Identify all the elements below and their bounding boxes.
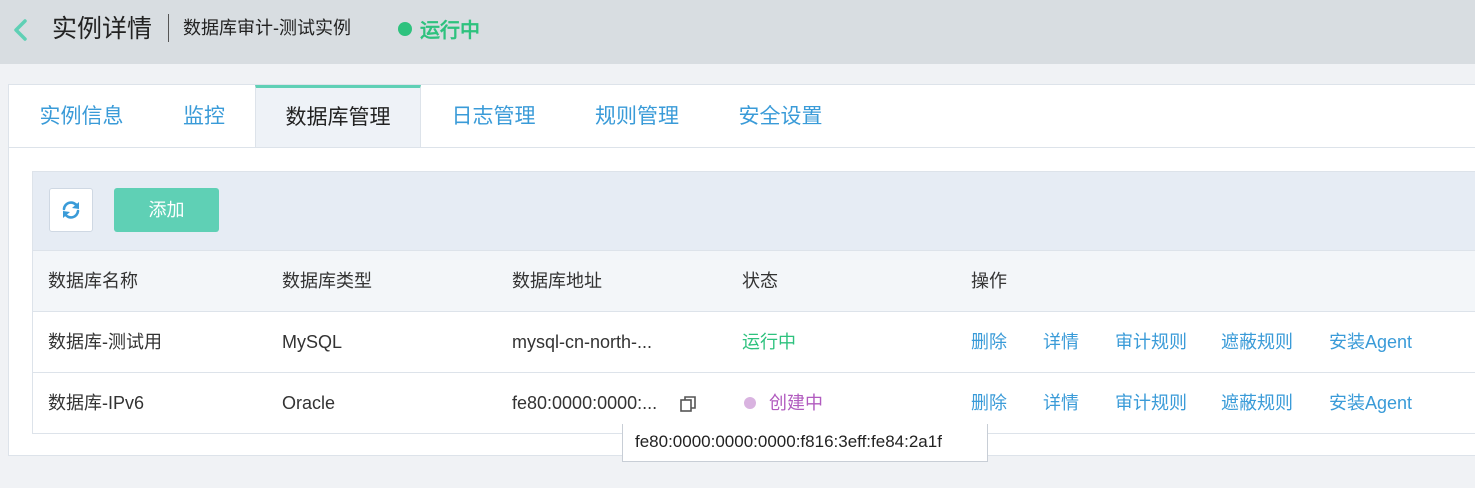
tab-monitor[interactable]: 监控 [154, 85, 254, 148]
details-link[interactable]: 详情 [1043, 312, 1079, 372]
column-header-actions: 操作 [971, 271, 1007, 291]
page-title: 实例详情 [52, 15, 153, 43]
add-database-button[interactable]: 添加 [114, 188, 219, 232]
masking-rules-link[interactable]: 遮蔽规则 [1221, 373, 1293, 433]
db-address: mysql-cn-north-... [512, 332, 653, 352]
install-agent-link[interactable]: 安装Agent [1329, 312, 1412, 372]
db-name: 数据库-IPv6 [48, 393, 145, 413]
refresh-button[interactable] [49, 188, 93, 232]
tab-log-management[interactable]: 日志管理 [421, 85, 566, 148]
tab-security-settings[interactable]: 安全设置 [708, 85, 853, 148]
db-type: Oracle [282, 393, 336, 413]
title-divider [168, 14, 169, 42]
install-agent-link[interactable]: 安装Agent [1329, 373, 1412, 433]
table-row: 数据库-测试用 MySQL mysql-cn-north-... 运行中 删除 … [33, 312, 1475, 373]
column-header-type: 数据库类型 [282, 271, 372, 291]
table-header: 数据库名称 数据库类型 数据库地址 状态 操作 [33, 251, 1475, 312]
tab-bar: 实例信息 监控 数据库管理 日志管理 规则管理 安全设置 [9, 85, 1475, 148]
back-chevron-icon[interactable] [10, 16, 30, 44]
tab-database-management[interactable]: 数据库管理 [255, 85, 421, 147]
db-name: 数据库-测试用 [48, 332, 162, 352]
column-header-status: 状态 [742, 271, 778, 291]
refresh-icon [62, 201, 80, 219]
content-panel: 实例信息 监控 数据库管理 日志管理 规则管理 安全设置 添加 数据库名称 数据… [8, 84, 1475, 456]
database-table: 数据库名称 数据库类型 数据库地址 状态 操作 数据库-测试用 MySQL my… [32, 251, 1475, 434]
creating-dot-icon [744, 397, 756, 409]
delete-link[interactable]: 删除 [971, 312, 1007, 372]
copy-icon[interactable] [678, 394, 698, 414]
page-header: 实例详情 数据库审计-测试实例 运行中 [0, 0, 1475, 64]
column-header-name: 数据库名称 [48, 271, 138, 291]
instance-status: 运行中 [420, 20, 480, 42]
address-tooltip: fe80:0000:0000:0000:f816:3eff:fe84:2a1f [622, 424, 988, 462]
tab-rule-management[interactable]: 规则管理 [566, 85, 708, 148]
details-link[interactable]: 详情 [1043, 373, 1079, 433]
tab-instance-info[interactable]: 实例信息 [9, 85, 154, 148]
instance-name: 数据库审计-测试实例 [183, 18, 351, 38]
masking-rules-link[interactable]: 遮蔽规则 [1221, 312, 1293, 372]
toolbar: 添加 [32, 171, 1475, 251]
audit-rules-link[interactable]: 审计规则 [1115, 373, 1187, 433]
db-status: 运行中 [742, 332, 796, 352]
db-type: MySQL [282, 332, 343, 352]
audit-rules-link[interactable]: 审计规则 [1115, 312, 1187, 372]
column-header-address: 数据库地址 [512, 271, 602, 291]
status-dot-icon [398, 22, 412, 36]
